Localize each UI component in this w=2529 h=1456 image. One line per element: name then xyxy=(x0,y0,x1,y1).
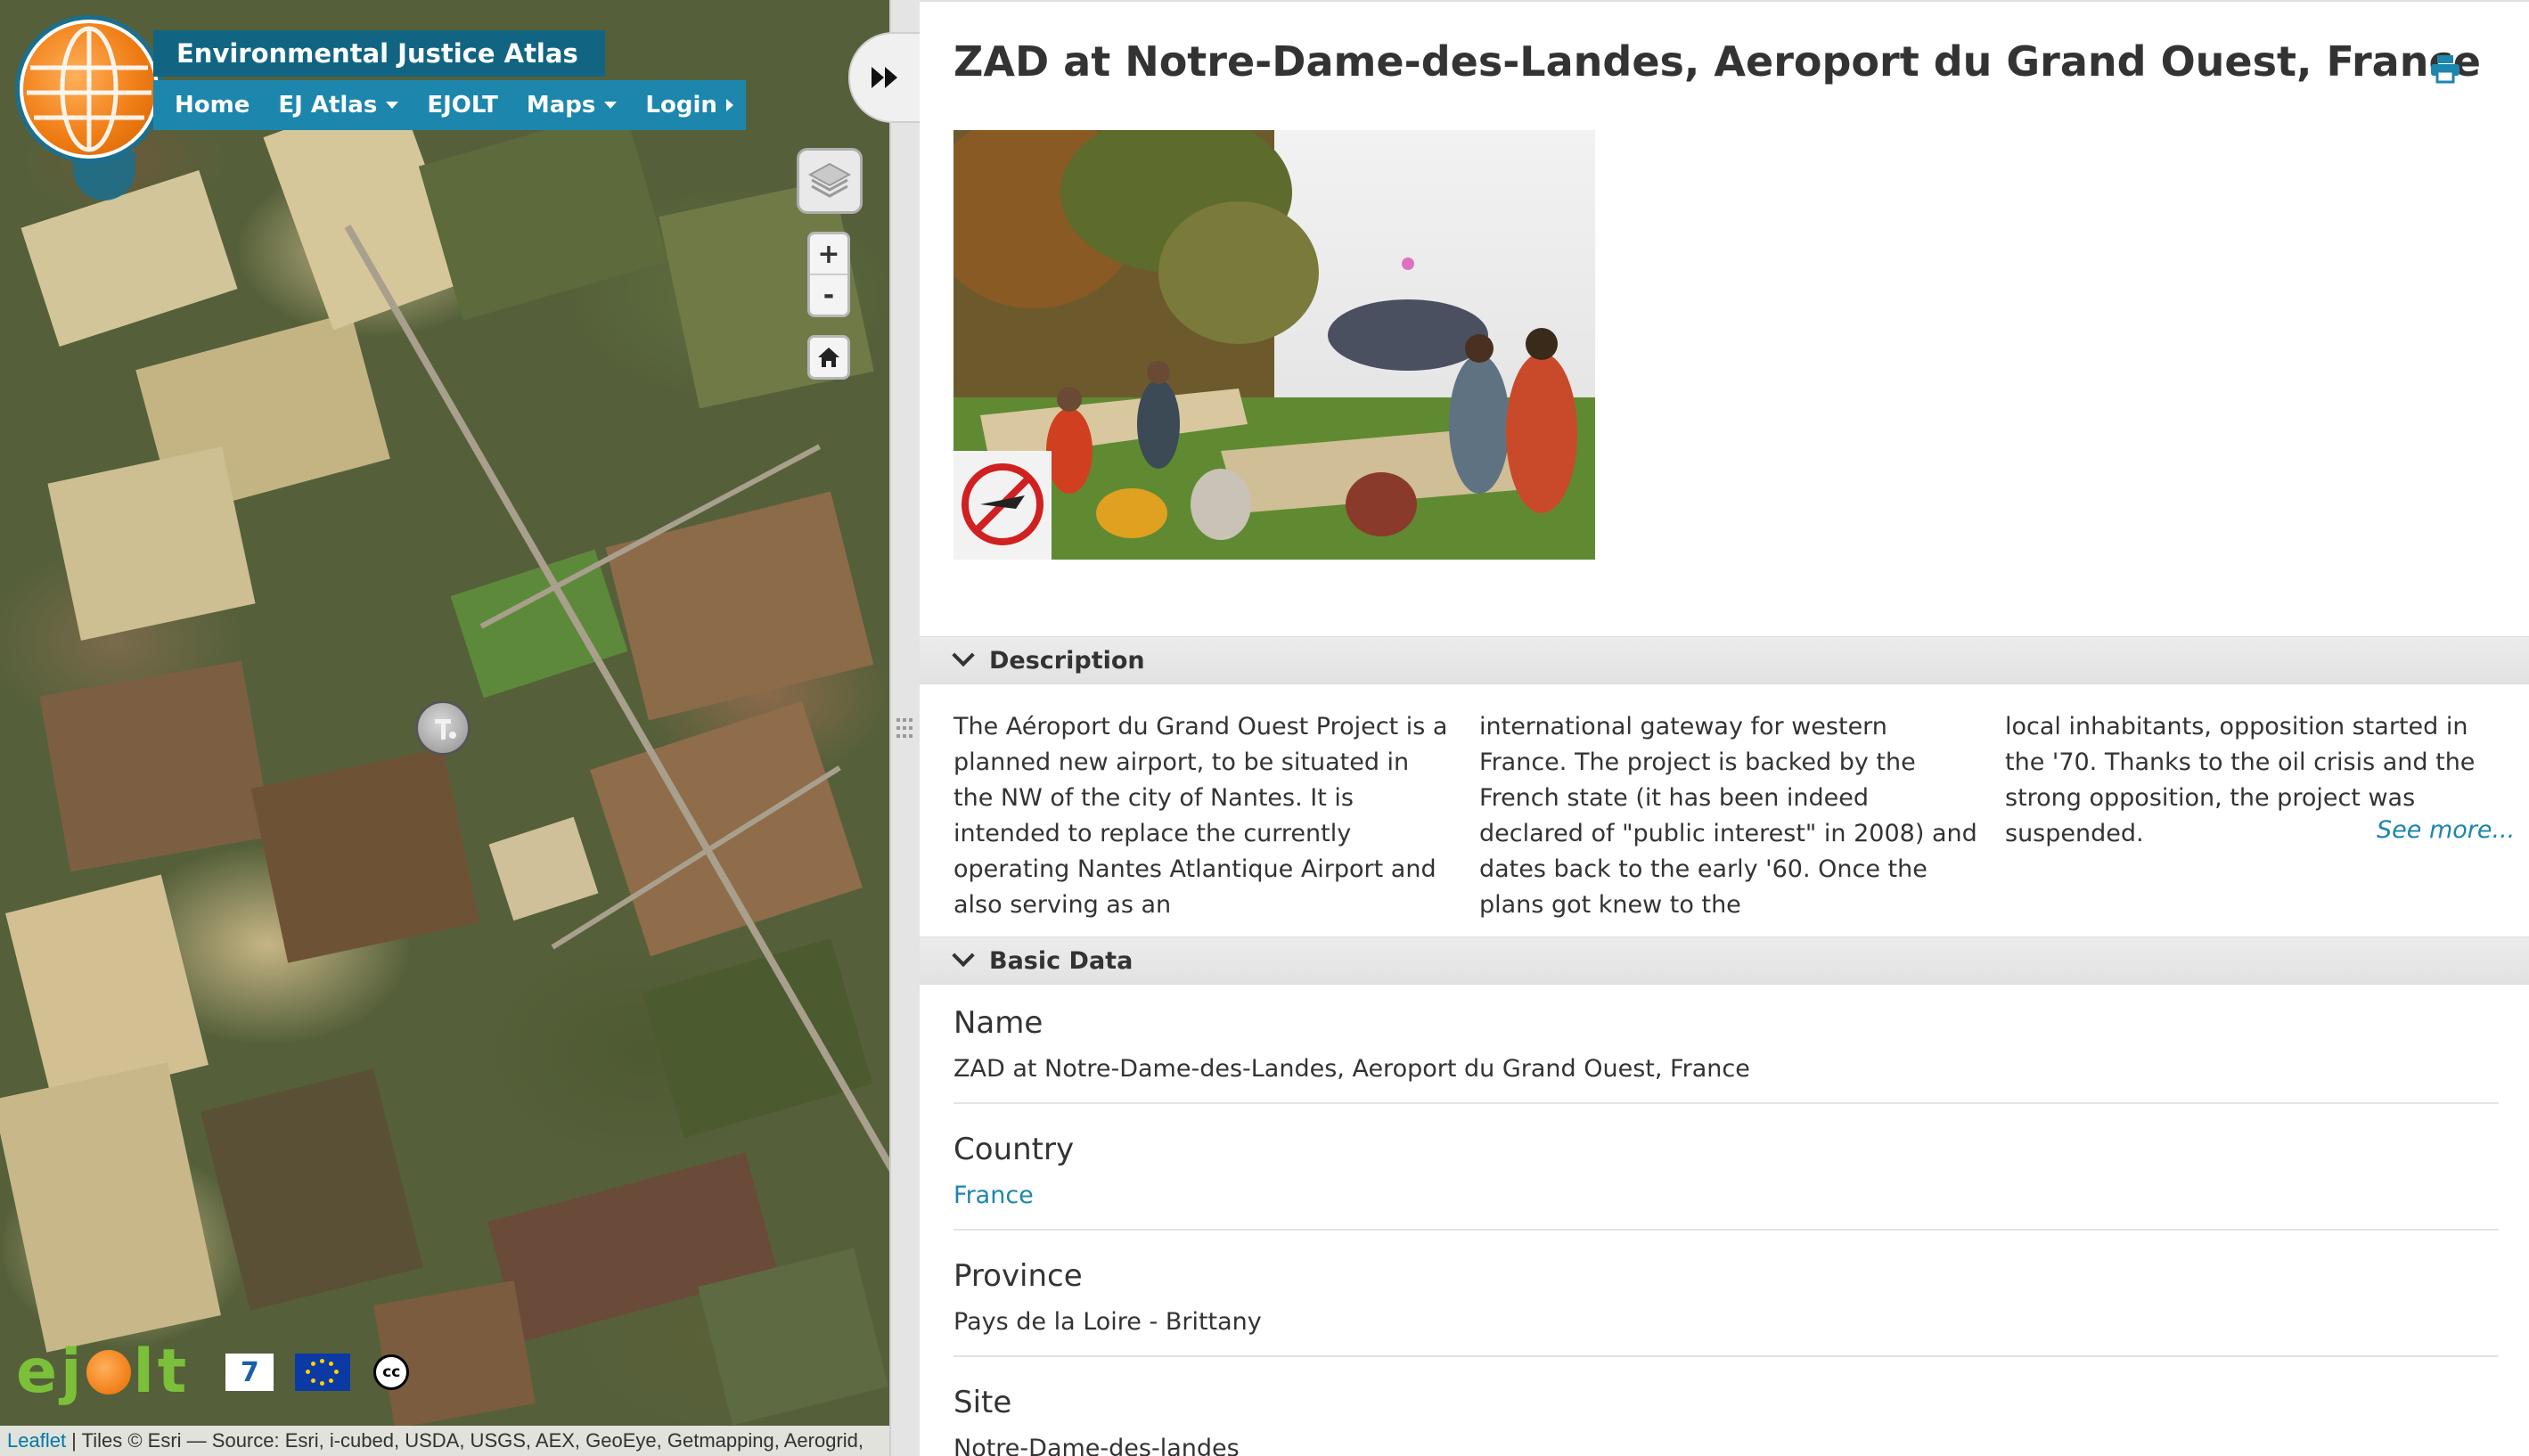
country-link[interactable]: France xyxy=(953,1182,2499,1209)
zoom-out-button[interactable]: - xyxy=(810,275,847,315)
nav-login[interactable]: Login xyxy=(645,92,733,119)
conflict-detail-panel: ZAD at Notre-Dame-des-Landes, Aeroport d… xyxy=(920,0,2529,1456)
description-column: international gateway for western France… xyxy=(1479,713,1977,919)
see-more-link[interactable]: See more... xyxy=(2377,816,2515,844)
field-name: Name ZAD at Notre-Dame-des-Landes, Aerop… xyxy=(953,1000,2499,1104)
attribution-text: | Tiles © Esri — Source: Esri, i-cubed, … xyxy=(66,1429,864,1452)
basic-data-section-header[interactable]: Basic Data xyxy=(920,937,2529,985)
layers-icon xyxy=(807,162,852,198)
basic-data-section-label: Basic Data xyxy=(989,946,1134,975)
field-value: ZAD at Notre-Dame-des-Landes, Aeroport d… xyxy=(953,1055,1750,1083)
chevron-down-icon xyxy=(952,643,975,667)
zoom-in-button[interactable]: + xyxy=(810,234,847,275)
map-field xyxy=(0,1062,221,1353)
map-field xyxy=(590,700,863,957)
map-field xyxy=(642,937,873,1139)
conflict-marker[interactable] xyxy=(415,700,471,756)
field-label: Country xyxy=(953,1132,1075,1167)
chevron-down-icon xyxy=(952,944,975,968)
marker-icon xyxy=(435,719,456,740)
nav-ej-atlas-label: EJ Atlas xyxy=(278,92,378,119)
eu-flag-logo[interactable] xyxy=(295,1354,351,1391)
fp7-logo[interactable]: 7 xyxy=(225,1354,274,1391)
field-country: Country France xyxy=(953,1126,2499,1231)
map-field xyxy=(20,169,238,348)
description-text: The Aéroport du Grand Ouest Project is a… xyxy=(953,709,2529,923)
ejolt-globe-icon xyxy=(86,1350,132,1395)
zoom-control: + - xyxy=(807,232,850,317)
map-field xyxy=(605,491,874,721)
nav-login-label: Login xyxy=(645,92,717,119)
caret-down-icon xyxy=(386,102,399,109)
field-province: Province Pays de la Loire - Brittany xyxy=(953,1253,2499,1357)
ejolt-logo-text-a: ej xyxy=(16,1337,86,1407)
caret-right-icon xyxy=(725,99,733,111)
creative-commons-logo[interactable]: cc xyxy=(373,1354,410,1390)
map-field xyxy=(47,446,256,641)
map-field xyxy=(250,748,480,963)
caret-down-icon xyxy=(604,102,618,109)
map-field xyxy=(201,1068,423,1311)
ejolt-logo[interactable]: ej lt xyxy=(16,1342,190,1403)
protest-photo-image xyxy=(953,130,1595,560)
nav-ejolt[interactable]: EJOLT xyxy=(427,92,498,119)
description-section-header[interactable]: Description xyxy=(920,636,2529,684)
ejatlas-globe-logo[interactable] xyxy=(20,20,159,159)
map-field xyxy=(5,874,209,1104)
nav-home-label: Home xyxy=(175,92,250,119)
nav-maps[interactable]: Maps xyxy=(527,92,618,119)
top-navigation: Home EJ Atlas EJOLT Maps Login xyxy=(153,80,746,130)
print-icon[interactable] xyxy=(2429,53,2461,84)
splitter-grip-icon[interactable] xyxy=(896,718,914,740)
description-section-label: Description xyxy=(989,646,1145,675)
field-value: Notre-Dame-des-landes xyxy=(953,1435,1240,1456)
partner-logos: ej lt 7 cc xyxy=(16,1341,410,1403)
map-field xyxy=(488,816,599,921)
nav-maps-label: Maps xyxy=(526,92,596,119)
map-field xyxy=(39,660,273,872)
leaflet-link[interactable]: Leaflet xyxy=(7,1429,66,1452)
conflict-photo[interactable] xyxy=(953,130,1595,560)
field-label: Province xyxy=(953,1258,1083,1294)
page-title: ZAD at Notre-Dame-des-Landes, Aeroport d… xyxy=(953,37,2481,86)
nav-ejolt-label: EJOLT xyxy=(427,92,498,119)
nav-ej-atlas[interactable]: EJ Atlas xyxy=(278,92,399,119)
layers-button[interactable] xyxy=(797,148,863,214)
map-field xyxy=(450,549,628,699)
site-title[interactable]: Environmental Justice Atlas xyxy=(153,30,605,77)
map-attribution: Leaflet | Tiles © Esri — Source: Esri, i… xyxy=(0,1426,889,1456)
description-column: The Aéroport du Grand Ouest Project is a… xyxy=(953,713,1448,919)
field-value: Pays de la Loire - Brittany xyxy=(953,1308,1262,1336)
map-field xyxy=(418,107,669,321)
ejolt-logo-text-b: lt xyxy=(133,1337,191,1407)
home-view-button[interactable] xyxy=(807,335,850,380)
field-site: Site Notre-Dame-des-landes xyxy=(953,1379,2499,1456)
field-label: Site xyxy=(953,1385,1012,1420)
home-icon xyxy=(818,348,839,367)
field-label: Name xyxy=(953,1005,1044,1041)
nav-home[interactable]: Home xyxy=(175,92,250,119)
fast-forward-icon xyxy=(872,67,897,88)
satellite-map[interactable]: Environmental Justice Atlas Home EJ Atla… xyxy=(0,0,889,1456)
